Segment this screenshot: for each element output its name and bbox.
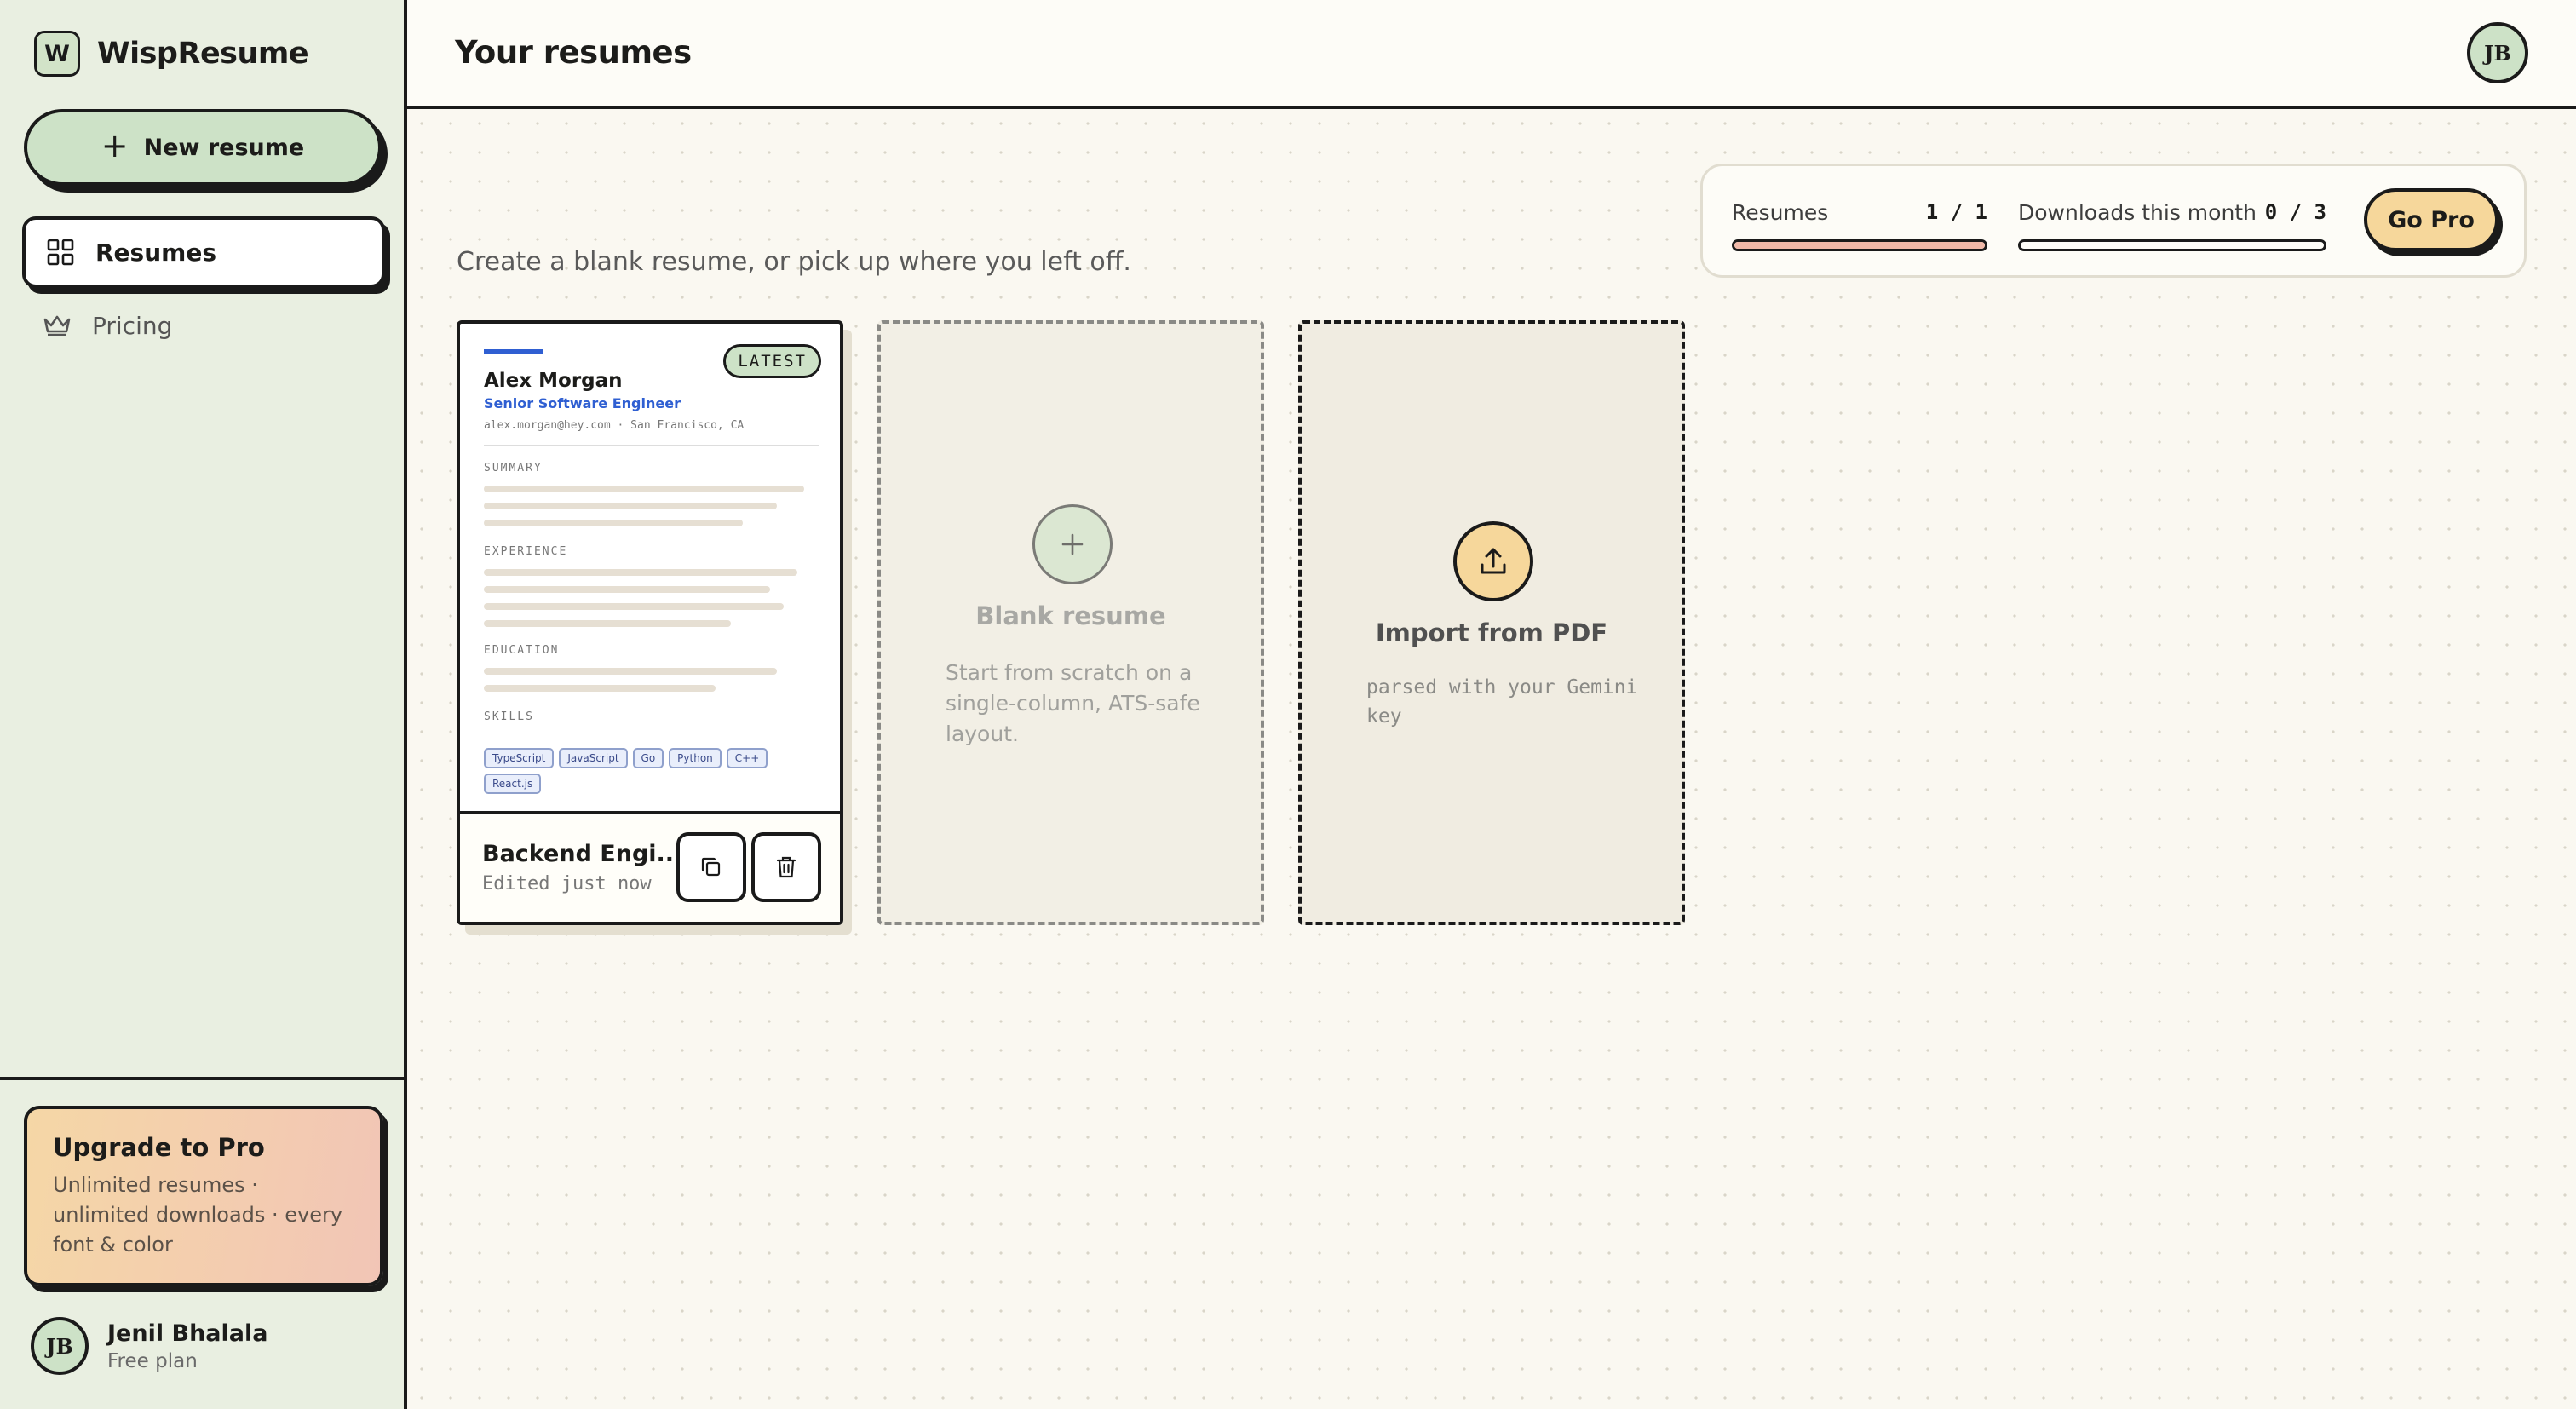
skill-chip: C++ (726, 748, 768, 768)
resume-preview: LATEST Alex Morgan Senior Software Engin… (484, 344, 821, 804)
new-resume-button[interactable]: + New resume (24, 109, 382, 186)
resumes-usage-label: Resumes (1732, 200, 1829, 225)
brand-name: WispResume (97, 37, 309, 71)
preview-text-line (484, 685, 716, 692)
blank-resume-title: Blank resume (975, 601, 1166, 630)
preview-text-line (484, 486, 804, 492)
preview-contact: alex.morgan@hey.com · San Francisco, CA (484, 419, 745, 432)
preview-text-line (484, 520, 743, 526)
preview-text-line (484, 668, 777, 675)
upgrade-card[interactable]: Upgrade to Pro Unlimited resumes · unlim… (24, 1106, 383, 1286)
brand-logo: W (34, 31, 80, 77)
grid-icon (46, 238, 75, 267)
downloads-usage-count: 0 / 3 (2264, 200, 2326, 224)
sidebar-item-label: Pricing (92, 311, 173, 340)
import-pdf-title: Import from PDF (1375, 618, 1608, 647)
delete-button[interactable] (751, 832, 821, 902)
main-content: Resumes 1 / 1 Downloads this month 0 / 3… (407, 109, 2576, 1409)
resumes-usage-count: 1 / 1 (1925, 200, 1987, 224)
import-pdf-tile[interactable]: Import from PDF parsed with your Gemini … (1298, 320, 1685, 925)
latest-badge: LATEST (723, 344, 821, 378)
sidebar-item-resumes[interactable]: Resumes (22, 216, 385, 288)
preview-section-skills: SKILLS (484, 710, 534, 723)
resume-edited: Edited just now (482, 873, 652, 894)
skill-chip: Python (669, 748, 722, 768)
preview-section-summary: SUMMARY (484, 462, 543, 474)
downloads-usage-label: Downloads this month (2018, 200, 2257, 225)
preview-divider (484, 445, 819, 446)
preview-section-education: EDUCATION (484, 644, 560, 657)
sidebar-item-label: Resumes (95, 238, 216, 267)
skill-chip: React.js (484, 774, 542, 794)
user-profile[interactable]: JB Jenil Bhalala Free plan (31, 1317, 267, 1375)
upload-icon (1453, 521, 1533, 601)
trash-icon (776, 856, 796, 878)
blank-resume-description: Start from scratch on a single-column, A… (946, 660, 1200, 746)
resumes-usage: Resumes 1 / 1 (1732, 200, 1987, 251)
preview-text-line (484, 620, 731, 627)
copy-icon (701, 857, 721, 877)
crown-icon (43, 311, 72, 340)
user-plan: Free plan (107, 1349, 198, 1372)
header: Your resumes JB (407, 0, 2576, 109)
plus-icon: + (101, 127, 129, 164)
resume-card[interactable]: LATEST Alex Morgan Senior Software Engin… (457, 320, 843, 925)
preview-text-line (484, 569, 797, 576)
resume-card-footer: Backend Engi... Edited just now (460, 811, 840, 922)
go-pro-button[interactable]: Go Pro (2364, 188, 2498, 251)
upgrade-description: Unlimited resumes · unlimited downloads … (53, 1173, 343, 1257)
page-title: Your resumes (455, 34, 692, 71)
preview-text-line (484, 603, 784, 610)
sidebar-divider (0, 1077, 404, 1080)
preview-role: Senior Software Engineer (484, 395, 681, 411)
upgrade-title: Upgrade to Pro (53, 1133, 265, 1162)
plus-icon (1032, 504, 1113, 584)
skill-chip: JavaScript (559, 748, 628, 768)
preview-text-line (484, 586, 770, 593)
preview-skills: TypeScript JavaScript Go Python C++ Reac… (484, 748, 816, 794)
resumes-usage-fill (1734, 242, 1985, 249)
preview-name: Alex Morgan (484, 370, 623, 392)
brand[interactable]: W WispResume (34, 31, 309, 77)
blank-resume-tile[interactable]: Blank resume Start from scratch on a sin… (877, 320, 1264, 925)
page-subtitle: Create a blank resume, or pick up where … (457, 247, 1131, 277)
sidebar: W WispResume + New resume Resumes Pricin… (0, 0, 407, 1409)
preview-section-experience: EXPERIENCE (484, 545, 568, 558)
duplicate-button[interactable] (676, 832, 746, 902)
skill-chip: TypeScript (484, 748, 555, 768)
downloads-usage: Downloads this month 0 / 3 (2018, 200, 2326, 251)
preview-text-line (484, 503, 777, 509)
skill-chip: Go (632, 748, 664, 768)
user-name: Jenil Bhalala (107, 1320, 268, 1347)
import-pdf-description: parsed with your Gemini key (1366, 676, 1638, 728)
header-avatar[interactable]: JB (2467, 22, 2528, 83)
usage-panel: Resumes 1 / 1 Downloads this month 0 / 3… (1700, 164, 2527, 278)
downloads-usage-bar (2018, 239, 2326, 251)
new-resume-label: New resume (143, 134, 305, 161)
resumes-usage-bar (1732, 239, 1987, 251)
sidebar-item-pricing[interactable]: Pricing (22, 290, 385, 361)
resume-title: Backend Engi... (482, 841, 683, 867)
avatar: JB (31, 1317, 89, 1375)
accent-line (484, 349, 543, 354)
